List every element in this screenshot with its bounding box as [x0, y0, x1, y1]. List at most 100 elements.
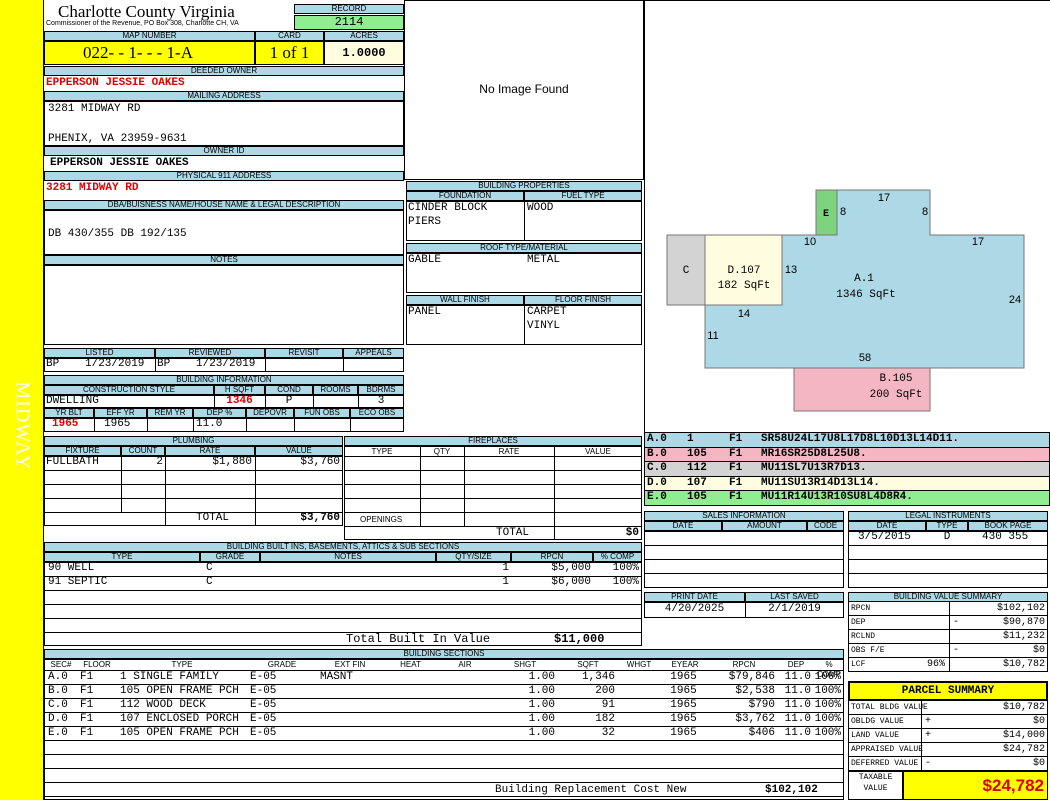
sales-code-header: CODE	[807, 521, 844, 531]
construction-style: DWELLING	[46, 395, 99, 407]
foundation-header: FOUNDATION	[406, 191, 524, 201]
dim-label: 14	[738, 308, 750, 320]
section-cell: 1.00	[528, 671, 555, 683]
plumbing-fixture: FULLBATH	[46, 456, 99, 468]
reviewed-header: REVIEWED	[155, 348, 265, 358]
built-ins-type-header: TYPE	[44, 552, 200, 562]
vector-section: D.0	[647, 476, 667, 489]
funobs-header: FUN OBS	[294, 408, 350, 418]
side-label: MIDWAY	[11, 381, 34, 471]
owner-id: EPPERSON JESSIE OAKES	[50, 157, 189, 169]
section-cell: 1.00	[528, 727, 555, 739]
vector-path: MU11SL7U13R7D13.	[761, 462, 867, 474]
built-in-rpcn: $6,000	[551, 576, 591, 588]
section-cell: 107 ENCLOSED PORCH	[120, 713, 239, 725]
notes-box	[44, 265, 404, 345]
sales-header: SALES INFORMATION	[644, 511, 844, 521]
taxable-label-2: VALUE	[863, 784, 888, 793]
parcel-summary-row: LAND VALUE + $14,000	[848, 729, 1048, 743]
listed-by: BP	[46, 358, 60, 370]
legal-type-header: TYPE	[926, 521, 968, 531]
roof-type: GABLE	[408, 254, 442, 266]
section-cell: F1	[80, 685, 94, 697]
building-sections-header: BUILDING SECTIONS	[44, 649, 844, 659]
empty-row	[45, 783, 843, 797]
appeals-header: APPEALS	[343, 348, 404, 358]
dba-header: DBA/BUISNESS NAME/HOUSE NAME & LEGAL DES…	[44, 200, 404, 210]
divider	[921, 757, 922, 770]
built-in-rpcn: $5,000	[551, 562, 591, 574]
sections-column-header: AIR	[458, 660, 472, 669]
section-row: B.0 F1 105 OPEN FRAME PCH E-05 1.00 200 1965 $2…	[45, 685, 843, 699]
section-cell: 1965	[670, 727, 697, 739]
value-summary-sign: -	[953, 645, 960, 656]
plumbing-header: PLUMBING	[44, 436, 343, 446]
vector-row: A.0 1 F1 SR58U24L17U8L17D8L10D13L14D11.	[644, 433, 1050, 448]
section-cell: 100%	[814, 671, 841, 683]
section-cell: 1,346	[581, 671, 615, 683]
dba-value: DB 430/355 DB 192/135	[48, 228, 187, 240]
fireplace-value-header: VALUE	[585, 447, 611, 456]
parcel-summary-row: OBLDG VALUE + $0	[848, 715, 1048, 729]
section-cell: F1	[80, 671, 94, 683]
value-summary-value: $90,870	[1002, 617, 1045, 628]
section-cell: 91	[601, 699, 615, 711]
yrblt-header: YR BLT	[44, 408, 94, 418]
built-in-type: 91 SEPTIC	[48, 576, 108, 588]
sketch-area-b: 200 SqFt	[870, 389, 923, 401]
sections-column-header: HEAT	[400, 660, 421, 669]
value-summary-label: RPCN	[851, 604, 871, 613]
section-cell: 1.00	[528, 685, 555, 697]
fireplace-total: $0	[625, 527, 639, 539]
vector-code: 112	[687, 462, 707, 474]
cond-header: COND	[265, 385, 313, 395]
section-cell: $2,538	[735, 685, 775, 697]
legal-book: 430 355	[982, 531, 1029, 543]
plumbing-count-header: COUNT	[121, 446, 165, 456]
yrblt-value: 1965	[52, 418, 79, 430]
parcel-summary-row: APPRAISED VALUE $24,782	[848, 743, 1048, 757]
legal-header: LEGAL INSTRUMENTS	[848, 511, 1048, 521]
deeded-owner-header: DEEDED OWNER	[44, 66, 404, 76]
taxable-value: $24,782	[903, 771, 1048, 800]
sketch-area-a: 1346 SqFt	[836, 289, 895, 301]
section-cell: 1965	[670, 685, 697, 697]
section-cell: 11.0	[784, 713, 811, 725]
floor-1: CARPET	[527, 306, 567, 318]
parcel-summary-label: OBLDG VALUE	[851, 717, 904, 726]
legal-book-header: BOOK PAGE	[968, 521, 1048, 531]
vector-floor: F1	[729, 491, 743, 503]
parcel-summary-sign: -	[925, 758, 932, 769]
plumbing-total: $3,760	[300, 512, 340, 524]
legal-date-header: DATE	[848, 521, 926, 531]
fireplace-total-label: TOTAL	[496, 527, 530, 539]
sketch-label-a: A.1	[854, 273, 874, 285]
built-ins-header: BUILDING BUILT INS, BASEMENTS, ATTICS & …	[44, 542, 642, 552]
section-row: E.0 F1 105 OPEN FRAME PCH E-05 1.00 32 1965 $40…	[45, 727, 843, 741]
parcel-summary-value: $24,782	[1002, 744, 1045, 755]
wall-header: WALL FINISH	[406, 295, 524, 305]
no-image-text: No Image Found	[479, 82, 569, 96]
map-number: 022- - 1- - - 1-A	[44, 41, 255, 65]
plumbing-rate: $1,880	[212, 456, 252, 468]
foundation-1: CINDER BLOCK	[408, 202, 488, 214]
building-sections-table: SEC# FLOOR TYPE GRADE EXT FIN HEAT AIR SHGT SQFT…	[44, 659, 844, 800]
parcel-summary-header: PARCEL SUMMARY	[848, 681, 1048, 701]
section-cell: E.0	[48, 727, 68, 739]
section-cell: 100%	[814, 685, 841, 697]
built-in-grade: C	[206, 576, 213, 588]
cond-value: P	[285, 395, 293, 407]
sketch-label-d: D.107	[727, 265, 760, 277]
floor-2: VINYL	[527, 320, 561, 332]
vector-section: E.0	[647, 491, 667, 503]
vector-path: MU11SU13R14D13L14.	[761, 476, 880, 489]
depovr-header: DEPOVR	[246, 408, 294, 418]
dim-label: 17	[972, 236, 984, 248]
sections-column-header: RPCN	[732, 660, 756, 669]
side-strip: MIDWAY	[0, 0, 44, 800]
parcel-summary-value: $0	[1032, 716, 1045, 727]
sketch-label-b: B.105	[879, 373, 912, 385]
built-in-qty: 1	[502, 562, 509, 574]
fuel-header: FUEL TYPE	[524, 191, 642, 201]
sketch-vector-list: A.0 1 F1 SR58U24L17U8L17D8L10D13L14D11. B.0 1…	[644, 433, 1050, 506]
